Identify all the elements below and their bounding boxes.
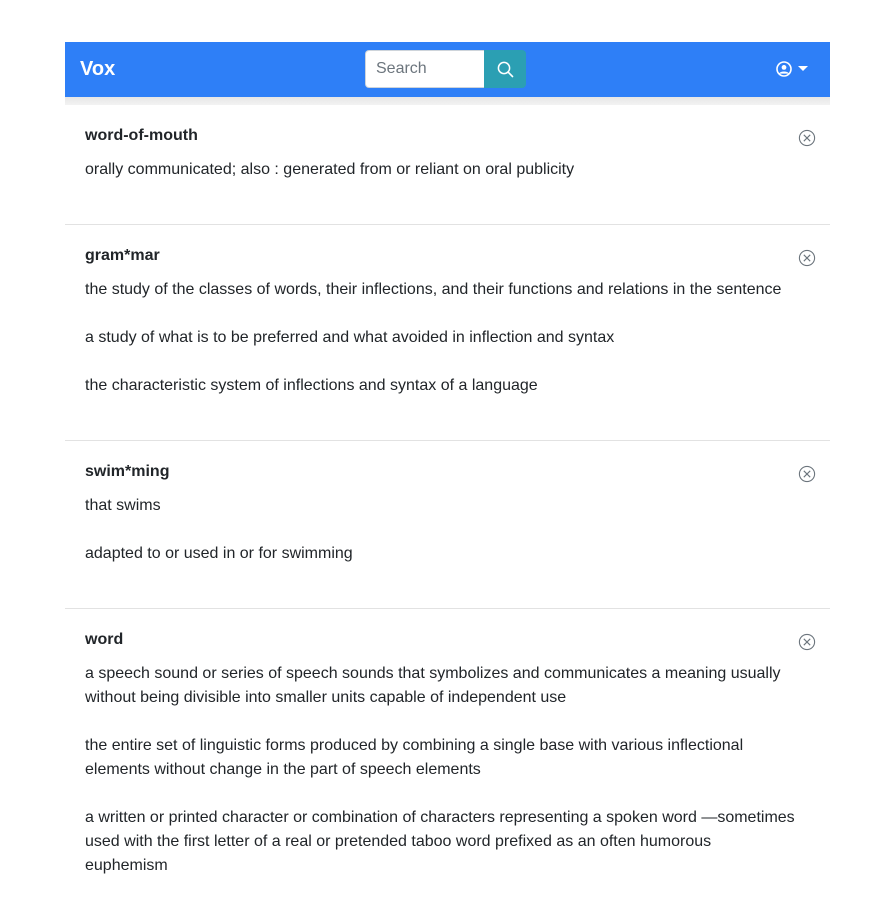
entry-card: gram*mar the study of the classes of word… — [65, 225, 830, 441]
entry-definition: the entire set of linguistic forms produ… — [85, 737, 744, 778]
remove-entry-icon[interactable] — [798, 129, 816, 147]
entry-term: gram*mar — [85, 247, 160, 264]
user-menu-dropdown[interactable] — [776, 61, 808, 77]
entry-definition: that swims — [85, 497, 161, 514]
entry-term: word — [85, 631, 124, 648]
search-icon — [497, 61, 513, 77]
entry-definition: a study of what is to be preferred and w… — [85, 329, 615, 346]
brand-logo[interactable]: Vox — [80, 57, 115, 81]
search-form — [365, 50, 526, 88]
entry-definition: a speech sound or series of speech sound… — [85, 665, 781, 706]
entry-definition: orally communicated; also : generated fr… — [85, 161, 575, 178]
entry-definition: the study of the classes of words, their… — [85, 281, 782, 298]
user-circle-icon — [776, 61, 792, 77]
app-container: Vox word-of-mouth orally communicated; al… — [65, 42, 830, 920]
entry-definition: the characteristic system of inflections… — [85, 377, 538, 394]
entry-card: word a speech sound or series of speech s… — [65, 609, 830, 920]
entry-list: word-of-mouth orally communicated; also :… — [65, 105, 830, 920]
navbar: Vox — [65, 42, 830, 97]
entry-card: swim*ming that swims adapted to or used in… — [65, 441, 830, 609]
search-button[interactable] — [484, 50, 526, 88]
entry-card: word-of-mouth orally communicated; also :… — [65, 105, 830, 225]
entry-definition: a written or printed character or combin… — [85, 809, 795, 874]
remove-entry-icon[interactable] — [798, 465, 816, 483]
entry-term: swim*ming — [85, 463, 170, 480]
entry-definition: adapted to or used in or for swimming — [85, 545, 353, 562]
chevron-down-icon — [798, 65, 808, 71]
remove-entry-icon[interactable] — [798, 249, 816, 267]
search-input[interactable] — [365, 50, 484, 88]
entry-term: word-of-mouth — [85, 127, 198, 144]
remove-entry-icon[interactable] — [798, 633, 816, 651]
navbar-shadow — [65, 97, 830, 105]
